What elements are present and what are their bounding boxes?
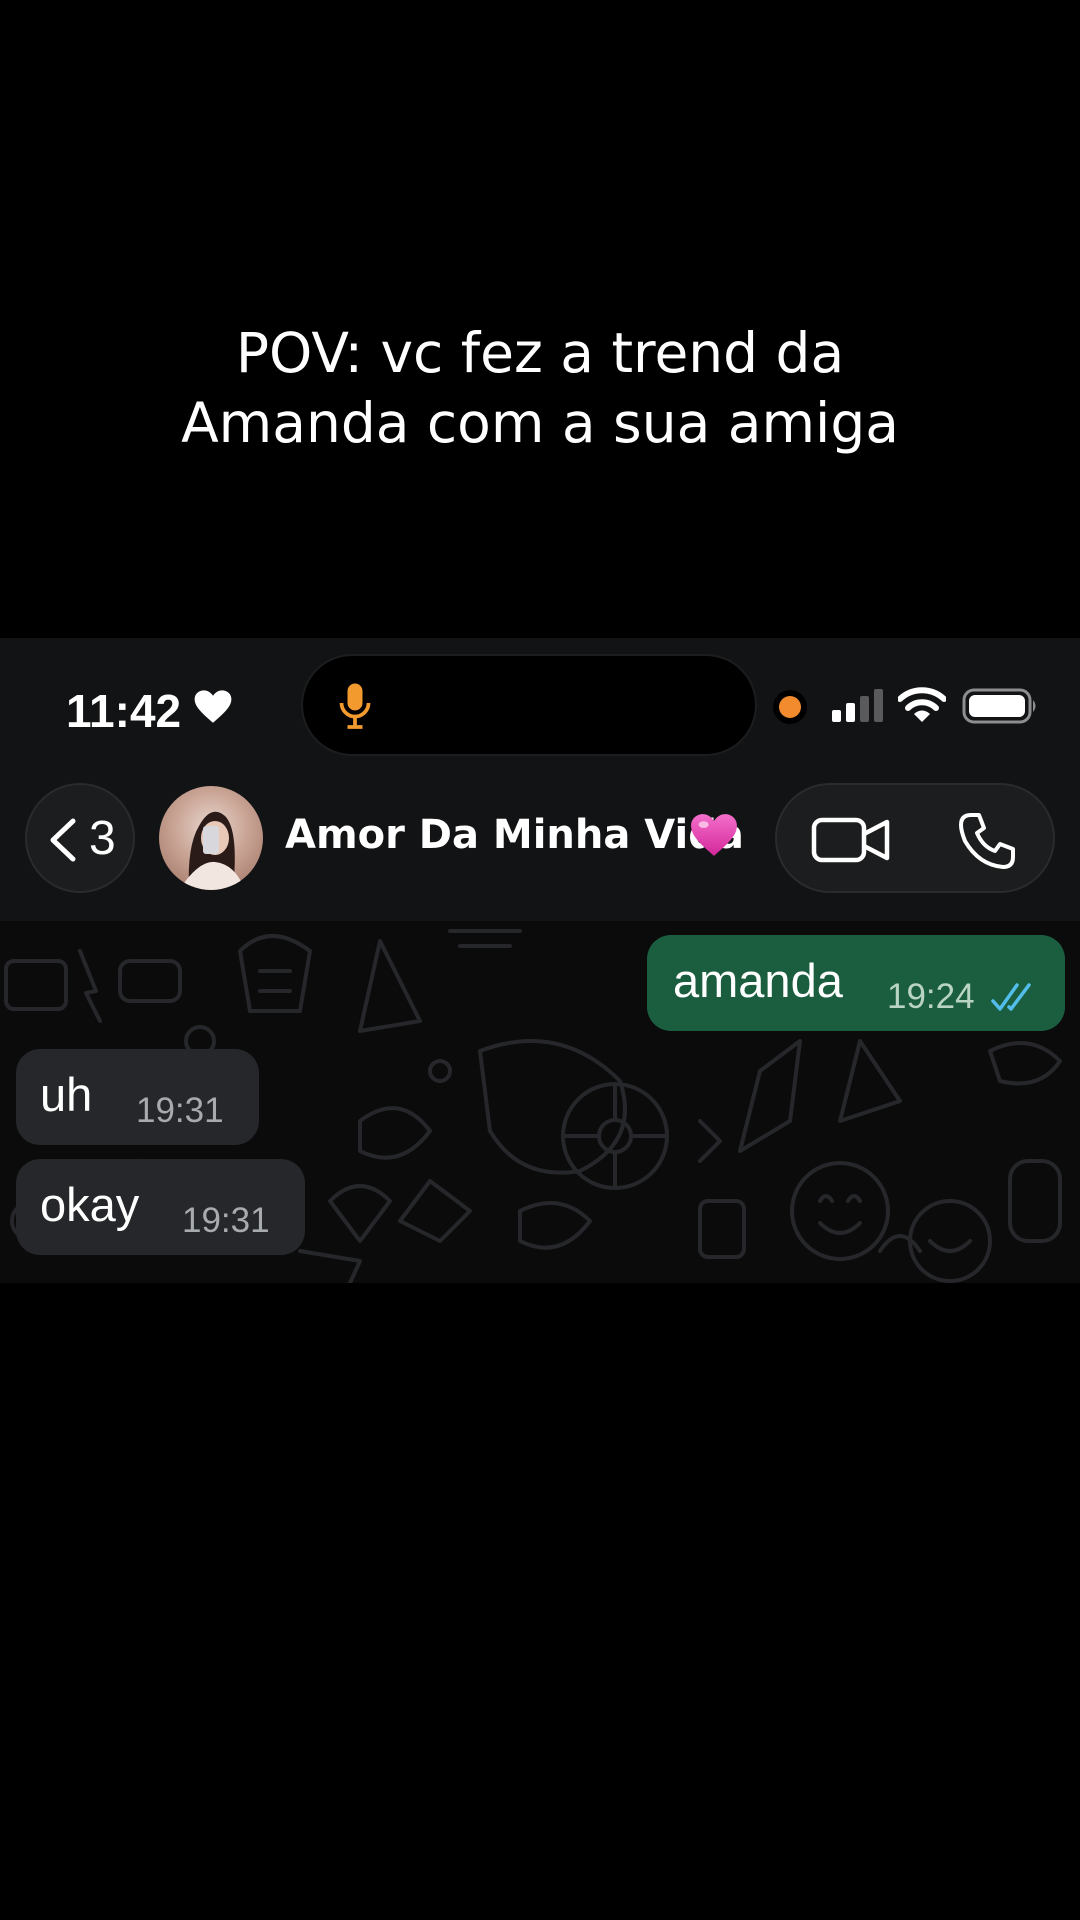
back-button[interactable]: 3 xyxy=(25,783,135,893)
video-caption: POV: vc fez a trend da Amanda com a sua … xyxy=(0,318,1080,458)
dynamic-island xyxy=(303,656,755,754)
chat-area[interactable]: amanda 19:24 uh 19:31 okay 19:31 xyxy=(0,921,1080,1283)
heart-icon xyxy=(194,690,232,723)
message-text: amanda xyxy=(673,954,843,1007)
caption-line-2: Amanda com a sua amiga xyxy=(181,391,899,455)
chevron-left-icon xyxy=(50,818,76,862)
cellular-signal-icon xyxy=(832,689,883,722)
status-time: 11:42 xyxy=(66,685,182,737)
battery-icon xyxy=(962,688,1036,724)
video-call-icon[interactable] xyxy=(811,817,891,863)
wifi-icon xyxy=(898,687,946,722)
read-receipt-icon xyxy=(991,983,1031,1011)
call-actions xyxy=(775,783,1055,893)
message-time: 19:24 xyxy=(887,977,975,1016)
message-bubble-incoming[interactable]: okay 19:31 xyxy=(16,1159,305,1255)
phone-call-icon[interactable] xyxy=(957,811,1017,871)
avatar[interactable] xyxy=(159,786,263,890)
chat-screen: 11:42 3 Amor Da Minha Vida amanda 19:24 … xyxy=(0,638,1080,1283)
microphone-icon xyxy=(339,683,371,729)
message-text: okay xyxy=(40,1178,140,1231)
privacy-indicator-dot xyxy=(779,696,801,718)
contact-name[interactable]: Amor Da Minha Vida xyxy=(285,812,744,858)
message-text: uh xyxy=(40,1068,93,1121)
unread-count: 3 xyxy=(89,812,116,865)
message-bubble-outgoing[interactable]: amanda 19:24 xyxy=(647,935,1065,1031)
message-time: 19:31 xyxy=(182,1201,270,1240)
caption-line-1: POV: vc fez a trend da xyxy=(235,321,845,385)
avatar-photo xyxy=(179,811,245,890)
pink-heart-icon xyxy=(691,814,737,856)
message-bubble-incoming[interactable]: uh 19:31 xyxy=(16,1049,259,1145)
message-time: 19:31 xyxy=(136,1091,224,1130)
